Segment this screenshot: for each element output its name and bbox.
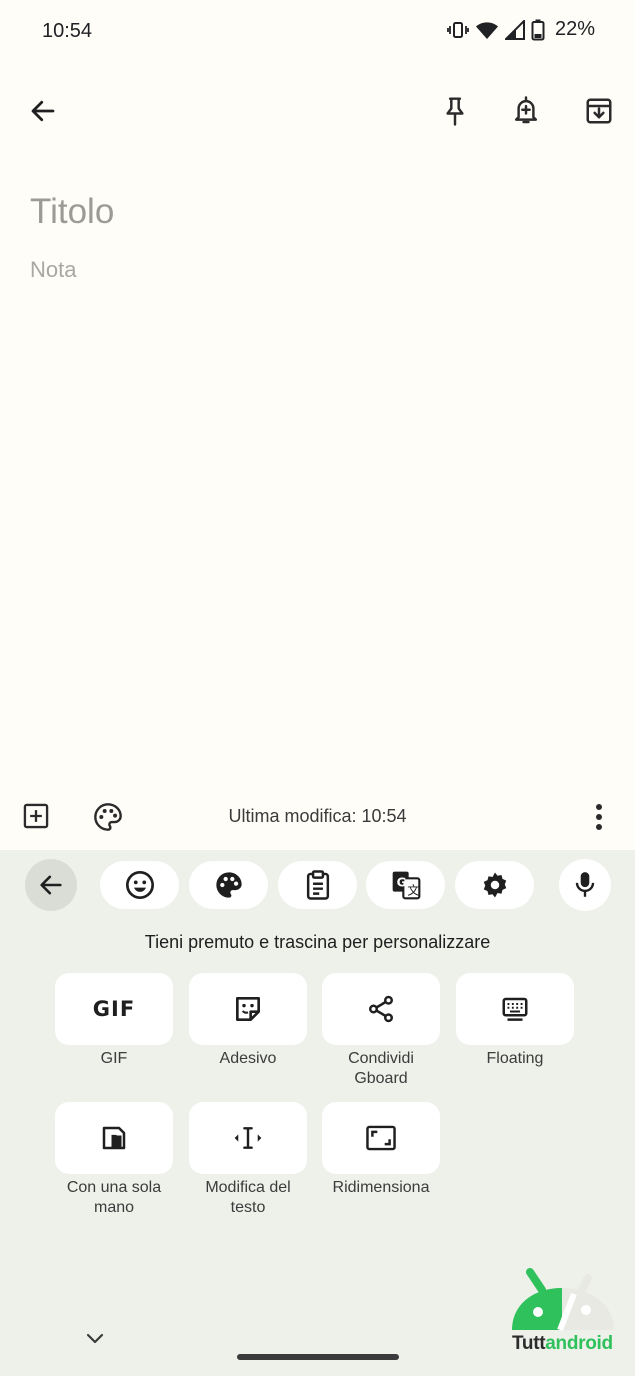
more-options-button[interactable] <box>585 800 613 834</box>
reminder-bell-icon <box>514 96 538 124</box>
text-editing-tile[interactable] <box>189 1102 307 1174</box>
chevron-down-icon <box>86 1333 104 1344</box>
resize-icon <box>366 1125 396 1151</box>
emoji-icon <box>125 871 154 899</box>
sticker-icon <box>236 997 260 1021</box>
palette-icon <box>215 872 242 898</box>
signal-icon <box>504 19 525 40</box>
gear-icon <box>483 872 506 898</box>
text-editing-tile-label: Modifica del testo <box>205 1179 291 1216</box>
clipboard-icon <box>306 870 329 900</box>
one-handed-icon <box>102 1126 126 1150</box>
pin-icon <box>446 97 464 126</box>
text-editing-icon <box>234 1127 262 1149</box>
emoji-button[interactable] <box>100 861 179 909</box>
translate-icon: G 文 <box>392 871 420 900</box>
customize-hint: Tieni premuto e trascina per personalizz… <box>144 932 491 952</box>
battery-percentage: 22% <box>554 18 595 40</box>
note-body-input[interactable]: Nota <box>30 257 76 283</box>
svg-text:文: 文 <box>407 882 419 897</box>
watermark-part1: Tutt <box>512 1333 546 1354</box>
status-icons: 22% <box>447 18 595 41</box>
pin-button[interactable] <box>436 92 474 130</box>
clipboard-button[interactable] <box>278 861 357 909</box>
voice-input-button[interactable] <box>559 859 611 911</box>
gif-tile[interactable]: GIF <box>55 973 173 1045</box>
back-button[interactable] <box>24 92 62 130</box>
watermark-part2: android <box>545 1333 613 1354</box>
android-logo-watermark <box>512 1268 614 1332</box>
resize-tile-label: Ridimensiona <box>332 1179 430 1196</box>
one-handed-tile-label: Con una sola mano <box>66 1179 162 1216</box>
resize-tile[interactable] <box>322 1102 440 1174</box>
watermark-text: Tuttandroid <box>512 1333 613 1355</box>
archive-button[interactable] <box>580 92 618 130</box>
gif-icon: GIF <box>92 997 136 1021</box>
keyboard-back-button[interactable] <box>25 859 77 911</box>
last-modified-text: Ultima modifica: 10:54 <box>228 806 407 826</box>
share-gboard-tile-label: Condividi Gboard <box>348 1050 414 1087</box>
status-time: 10:54 <box>42 20 93 42</box>
collapse-keyboard-button[interactable] <box>84 1328 106 1350</box>
reminder-button[interactable] <box>507 92 545 130</box>
sticker-tile[interactable] <box>189 973 307 1045</box>
translate-button[interactable]: G 文 <box>366 861 445 909</box>
sticker-tile-label: Adesivo <box>219 1050 277 1067</box>
wifi-icon <box>475 21 498 39</box>
one-handed-tile[interactable] <box>55 1102 173 1174</box>
vibrate-icon <box>447 21 469 38</box>
microphone-icon <box>575 872 595 897</box>
gif-tile-label: GIF <box>100 1050 128 1067</box>
gesture-nav-handle[interactable] <box>237 1354 399 1360</box>
more-vert-icon <box>596 804 602 830</box>
note-title-input[interactable]: Titolo <box>30 192 114 232</box>
theme-button[interactable] <box>189 861 268 909</box>
floating-tile[interactable] <box>456 973 574 1045</box>
archive-icon <box>586 98 612 124</box>
back-arrow-icon <box>31 100 55 122</box>
battery-icon <box>531 19 545 40</box>
settings-button[interactable] <box>455 861 534 909</box>
share-icon <box>369 995 393 1023</box>
floating-keyboard-icon <box>502 997 528 1021</box>
share-gboard-tile[interactable] <box>322 973 440 1045</box>
svg-text:G: G <box>396 875 406 889</box>
floating-tile-label: Floating <box>486 1050 544 1067</box>
back-arrow-icon <box>40 875 62 895</box>
